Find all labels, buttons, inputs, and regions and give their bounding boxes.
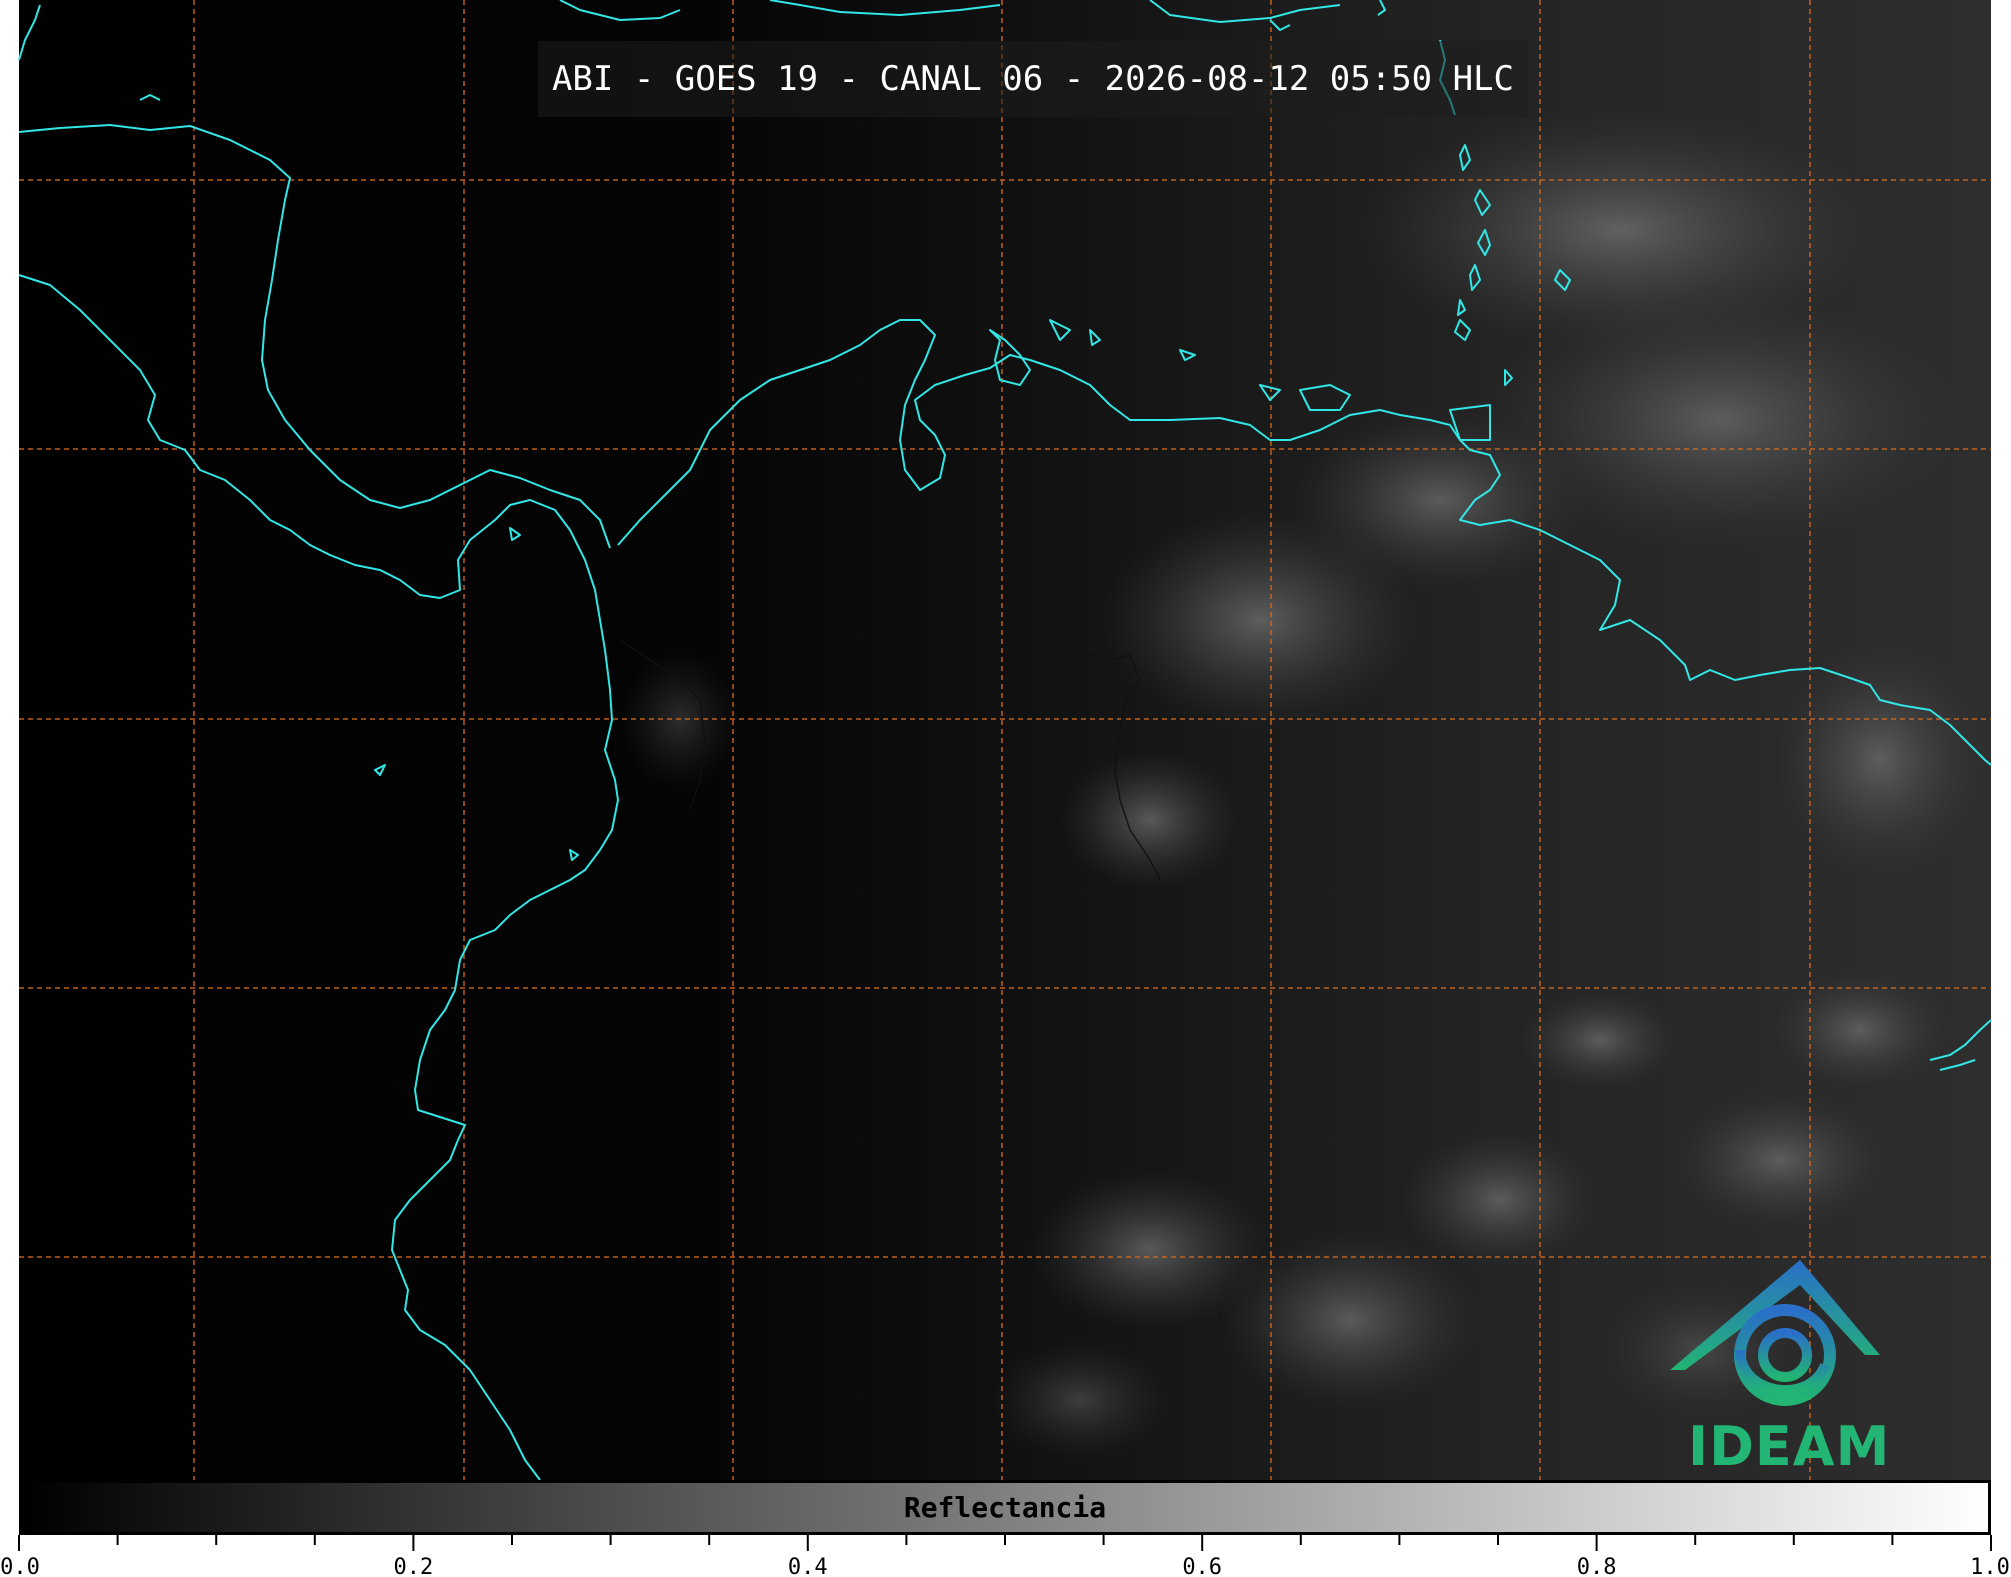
colorbar-tick-label: 0.8 <box>1576 1555 1617 1577</box>
satellite-image-view: ABI - GOES 19 - CANAL 06 - 2026-08-12 05… <box>0 0 2011 1577</box>
colorbar-tick-label: 0.6 <box>1182 1555 1223 1577</box>
colorbar-tick-label: 1.0 <box>1970 1555 2010 1577</box>
colorbar-tick-label: 0.0 <box>0 1555 40 1577</box>
ideam-logo-text: IDEAM <box>1688 1415 1891 1478</box>
colorbar: Reflectancia <box>19 1480 1991 1535</box>
map-title: ABI - GOES 19 - CANAL 06 - 2026-08-12 05… <box>538 41 1528 117</box>
colorbar-ticks <box>18 1535 1992 1551</box>
colorbar-label: Reflectancia <box>903 1491 1107 1524</box>
colorbar-tick-label: 0.2 <box>393 1555 434 1577</box>
colorbar-tick-label: 0.4 <box>787 1555 828 1577</box>
